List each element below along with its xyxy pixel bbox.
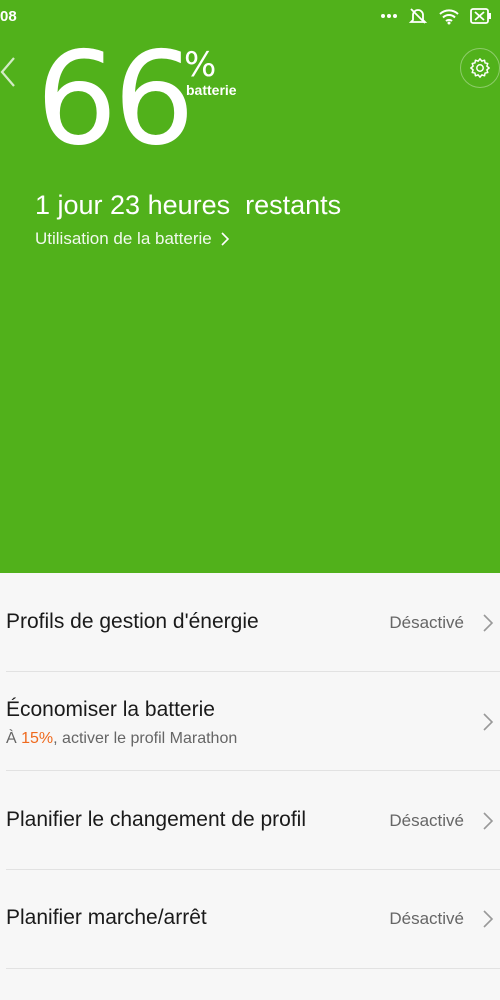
list-item-title: Planifier le changement de profil xyxy=(6,808,307,831)
list-item-title: Planifier marche/arrêt xyxy=(6,906,207,929)
chevron-right-icon xyxy=(221,232,229,246)
more-icon xyxy=(380,13,398,19)
subtitle-suffix: , activer le profil Marathon xyxy=(53,730,238,747)
list-item-power-profiles[interactable]: Profils de gestion d'énergie Désactivé xyxy=(0,573,500,671)
percent-label: batterie xyxy=(186,82,237,98)
battery-x-icon xyxy=(470,8,492,24)
wifi-icon xyxy=(438,7,460,25)
chevron-left-icon xyxy=(0,57,15,87)
percent-sign: % xyxy=(184,45,217,85)
list-item-value: Désactivé xyxy=(389,811,464,830)
settings-button[interactable] xyxy=(460,48,500,88)
list-item-title: Économiser la batterie xyxy=(6,698,215,721)
battery-hero-panel: 08 66 % batterie 1 jour 23 heures restan… xyxy=(0,0,500,573)
battery-percent-value: 66 xyxy=(36,25,195,174)
list-item-schedule-profile[interactable]: Planifier le changement de profil Désact… xyxy=(0,771,500,869)
list-item-subtitle: À 15%, activer le profil Marathon xyxy=(6,730,237,748)
back-button[interactable] xyxy=(0,52,22,92)
settings-list: Profils de gestion d'énergie Désactivé É… xyxy=(0,573,500,1000)
remaining-time: 1 jour 23 heures restants xyxy=(35,190,342,220)
list-item-save-battery[interactable]: Économiser la batterie À 15%, activer le… xyxy=(0,672,500,770)
status-time: 08 xyxy=(0,8,17,25)
list-item-schedule-power[interactable]: Planifier marche/arrêt Désactivé xyxy=(0,870,500,968)
chevron-right-icon xyxy=(483,812,494,830)
chevron-right-icon xyxy=(483,713,494,731)
divider xyxy=(6,968,500,969)
chevron-right-icon xyxy=(483,910,494,928)
list-item-value: Désactivé xyxy=(389,909,464,928)
subtitle-threshold: 15% xyxy=(21,730,54,747)
subtitle-prefix: À xyxy=(6,730,22,747)
battery-usage-link[interactable]: Utilisation de la batterie xyxy=(35,229,230,249)
battery-usage-label: Utilisation de la batterie xyxy=(35,229,212,248)
chevron-right-icon xyxy=(483,614,494,632)
status-icons xyxy=(380,6,492,26)
gear-icon xyxy=(470,58,490,78)
notifications-off-icon xyxy=(408,6,428,26)
list-item-value: Désactivé xyxy=(389,613,464,632)
list-item-title: Profils de gestion d'énergie xyxy=(6,610,259,633)
